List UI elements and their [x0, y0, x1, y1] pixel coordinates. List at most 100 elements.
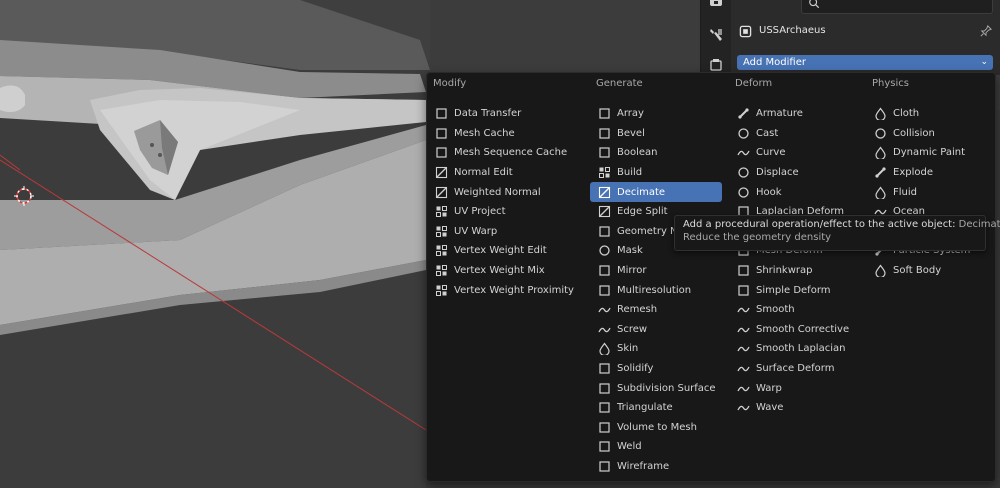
modifier-wrench-icon[interactable]	[707, 26, 725, 44]
simple-deform-icon	[737, 284, 750, 297]
displace-icon	[737, 166, 750, 179]
properties-tab-column	[701, 0, 731, 75]
menu-item-triangulate[interactable]: Triangulate	[590, 398, 722, 418]
hook-icon	[737, 186, 750, 199]
menu-item-label: Build	[617, 167, 643, 179]
menu-item-label: Soft Body	[893, 265, 942, 277]
menu-item-mesh-sequence-cache[interactable]: Mesh Sequence Cache	[427, 143, 585, 163]
menu-item-mesh-cache[interactable]: Mesh Cache	[427, 124, 585, 144]
menu-item-boolean[interactable]: Boolean	[590, 143, 722, 163]
pin-icon[interactable]	[980, 25, 992, 37]
menu-item-label: Multiresolution	[617, 284, 692, 296]
menu-item-subdivision-surface[interactable]: Subdivision Surface	[590, 378, 722, 398]
menu-item-vertex-weight-edit[interactable]: Vertex Weight Edit	[427, 241, 585, 261]
tooltip-value: Decimate	[958, 219, 1000, 230]
menu-item-wireframe[interactable]: Wireframe	[590, 457, 722, 477]
menu-item-bevel[interactable]: Bevel	[590, 124, 722, 144]
uv-project-icon	[435, 205, 448, 218]
chevron-down-icon: ⌄	[980, 57, 988, 67]
object-name: USSArchaeus	[759, 25, 826, 36]
boolean-icon	[598, 146, 611, 159]
remesh-icon	[598, 303, 611, 316]
tooltip-description-line: Add a procedural operation/effect to the…	[683, 219, 1000, 230]
menu-item-label: Cast	[756, 127, 779, 139]
menu-item-solidify[interactable]: Solidify	[590, 359, 722, 379]
armature-icon	[737, 107, 750, 120]
vertex-weight-mix-icon	[435, 264, 448, 277]
menu-column-heading: Modify	[433, 78, 467, 89]
menu-item-label: Data Transfer	[454, 108, 522, 120]
warp-icon	[737, 382, 750, 395]
menu-item-displace[interactable]: Displace	[729, 163, 861, 183]
menu-item-curve[interactable]: Curve	[729, 143, 861, 163]
menu-item-skin[interactable]: Skin	[590, 339, 722, 359]
menu-item-label: Shrinkwrap	[756, 265, 813, 277]
menu-item-list: Armature Cast Curve Displace Hook Laplacian D…	[729, 104, 861, 418]
menu-item-remesh[interactable]: Remesh	[590, 300, 722, 320]
menu-item-label: UV Warp	[454, 225, 498, 237]
menu-item-label: Mirror	[617, 265, 647, 277]
properties-search-input[interactable]	[801, 0, 993, 14]
menu-item-uv-project[interactable]: UV Project	[427, 202, 585, 222]
menu-item-volume-to-mesh[interactable]: Volume to Mesh	[590, 418, 722, 438]
menu-item-decimate[interactable]: Decimate	[590, 182, 722, 202]
menu-item-data-transfer[interactable]: Data Transfer	[427, 104, 585, 124]
menu-item-shrinkwrap[interactable]: Shrinkwrap	[729, 261, 861, 281]
menu-item-simple-deform[interactable]: Simple Deform	[729, 280, 861, 300]
menu-item-screw[interactable]: Screw	[590, 320, 722, 340]
menu-item-vertex-weight-mix[interactable]: Vertex Weight Mix	[427, 261, 585, 281]
menu-item-cast[interactable]: Cast	[729, 124, 861, 144]
menu-item-list: Array Bevel Boolean Build Decimate Edge Split…	[590, 104, 722, 476]
menu-item-smooth-corrective[interactable]: Smooth Corrective	[729, 320, 861, 340]
menu-item-uv-warp[interactable]: UV Warp	[427, 222, 585, 242]
menu-item-hook[interactable]: Hook	[729, 182, 861, 202]
menu-item-collision[interactable]: Collision	[866, 124, 998, 144]
menu-column-heading: Generate	[596, 78, 643, 89]
add-modifier-menu: Modify Data Transfer Mesh Cache Mesh Sequen…	[426, 72, 996, 482]
menu-item-multiresolution[interactable]: Multiresolution	[590, 280, 722, 300]
menu-item-soft-body[interactable]: Soft Body	[866, 261, 998, 281]
menu-item-label: Vertex Weight Proximity	[454, 284, 574, 296]
menu-item-build[interactable]: Build	[590, 163, 722, 183]
menu-item-array[interactable]: Array	[590, 104, 722, 124]
menu-item-dynamic-paint[interactable]: Dynamic Paint	[866, 143, 998, 163]
menu-item-label: Volume to Mesh	[617, 421, 697, 433]
uv-warp-icon	[435, 225, 448, 238]
weighted-normal-icon	[435, 186, 448, 199]
collision-icon	[874, 127, 887, 140]
explode-icon	[874, 166, 887, 179]
menu-item-label: Smooth Laplacian	[756, 343, 846, 355]
menu-item-cloth[interactable]: Cloth	[866, 104, 998, 124]
weld-icon	[598, 440, 611, 453]
menu-item-normal-edit[interactable]: Normal Edit	[427, 163, 585, 183]
menu-item-weighted-normal[interactable]: Weighted Normal	[427, 182, 585, 202]
menu-item-label: Bevel	[617, 127, 645, 139]
subdivision-surface-icon	[598, 382, 611, 395]
menu-item-warp[interactable]: Warp	[729, 378, 861, 398]
menu-item-fluid[interactable]: Fluid	[866, 182, 998, 202]
object-square-icon	[739, 25, 752, 38]
menu-item-wave[interactable]: Wave	[729, 398, 861, 418]
menu-item-smooth-laplacian[interactable]: Smooth Laplacian	[729, 339, 861, 359]
menu-item-smooth[interactable]: Smooth	[729, 300, 861, 320]
data-transfer-icon	[435, 107, 448, 120]
tool-tab-icon[interactable]	[707, 0, 725, 14]
menu-item-label: Curve	[756, 147, 786, 159]
menu-item-label: Remesh	[617, 304, 658, 316]
mesh-sequence-cache-icon	[435, 146, 448, 159]
menu-column-heading: Physics	[872, 78, 909, 89]
smooth-corrective-icon	[737, 323, 750, 336]
menu-item-surface-deform[interactable]: Surface Deform	[729, 359, 861, 379]
multiresolution-icon	[598, 284, 611, 297]
soft-body-icon	[874, 264, 887, 278]
menu-item-label: Mask	[617, 245, 643, 257]
menu-item-explode[interactable]: Explode	[866, 163, 998, 183]
tooltip-description: Add a procedural operation/effect to the…	[683, 219, 956, 230]
menu-item-list: Data Transfer Mesh Cache Mesh Sequence Cac…	[427, 104, 585, 300]
tooltip: Add a procedural operation/effect to the…	[674, 215, 1000, 251]
add-modifier-button[interactable]: Add Modifier ⌄	[737, 55, 993, 70]
menu-item-armature[interactable]: Armature	[729, 104, 861, 124]
menu-item-weld[interactable]: Weld	[590, 437, 722, 457]
menu-item-mirror[interactable]: Mirror	[590, 261, 722, 281]
menu-item-vertex-weight-proximity[interactable]: Vertex Weight Proximity	[427, 280, 585, 300]
